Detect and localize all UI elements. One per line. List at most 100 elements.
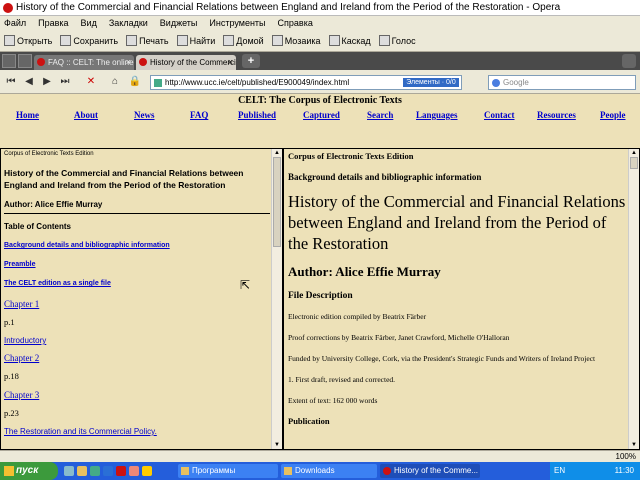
print-button[interactable]: Печать bbox=[126, 35, 169, 46]
divider bbox=[4, 213, 270, 214]
taskbar-downloads[interactable]: Downloads bbox=[281, 464, 377, 478]
close-icon[interactable]: × bbox=[228, 55, 233, 70]
preamble-link[interactable]: Preamble bbox=[4, 261, 270, 268]
nav-languages[interactable]: Languages bbox=[416, 110, 458, 120]
page-number: p.23 bbox=[4, 408, 19, 418]
edition-label: Corpus of Electronic Texts Edition bbox=[4, 151, 94, 157]
closed-tabs-icon[interactable] bbox=[18, 54, 32, 68]
single-file-link[interactable]: The CELT edition as a single file bbox=[4, 280, 270, 287]
nav-contact[interactable]: Contact bbox=[484, 110, 515, 120]
nav-about[interactable]: About bbox=[74, 110, 98, 120]
address-input[interactable]: http://www.ucc.ie/celt/published/E900049… bbox=[150, 75, 462, 90]
forward-icon[interactable]: ▶ bbox=[40, 75, 54, 89]
menu-view[interactable]: Вид bbox=[81, 16, 97, 30]
menu-bar: Файл Правка Вид Закладки Виджеты Инструм… bbox=[0, 16, 640, 30]
stop-icon[interactable]: ✕ bbox=[84, 75, 98, 89]
voice-icon bbox=[378, 35, 390, 46]
nav-home[interactable]: Home bbox=[16, 110, 39, 120]
search-icon bbox=[176, 35, 188, 46]
panel-toggle-icon[interactable] bbox=[2, 54, 16, 68]
nav-published[interactable]: Published bbox=[238, 110, 276, 120]
tab-history[interactable]: History of the Commerci... × bbox=[136, 55, 236, 70]
quick-launch bbox=[64, 466, 155, 476]
new-tab-button[interactable]: + bbox=[242, 54, 260, 68]
nav-faq[interactable]: FAQ bbox=[190, 110, 208, 120]
search-input[interactable]: Google bbox=[488, 75, 636, 90]
find-button[interactable]: Найти bbox=[176, 35, 215, 46]
back-icon[interactable]: ◀ bbox=[22, 75, 36, 89]
toc-scrollbar[interactable]: ▲ ▼ bbox=[271, 149, 282, 449]
doc-author: Author: Alice Effie Murray bbox=[288, 264, 441, 279]
nav-people[interactable]: People bbox=[600, 110, 626, 120]
clock: 11:30 bbox=[614, 466, 634, 475]
toc-heading: Table of Contents bbox=[4, 222, 71, 231]
folder-icon bbox=[284, 467, 292, 475]
windows-flag-icon bbox=[4, 466, 14, 476]
proof-corrections: Proof corrections by Beatrix Färber, Jan… bbox=[288, 333, 510, 342]
quick-launch-icon[interactable] bbox=[129, 466, 139, 476]
mouse-cursor-icon: ⇱ bbox=[240, 278, 251, 292]
page-number: p.18 bbox=[4, 371, 19, 381]
nav-search[interactable]: Search bbox=[367, 110, 393, 120]
trash-icon[interactable] bbox=[622, 54, 636, 68]
printer-icon bbox=[126, 35, 138, 46]
publication-heading: Publication bbox=[288, 416, 330, 426]
quick-launch-icon[interactable] bbox=[103, 466, 113, 476]
introductory-link[interactable]: Introductory bbox=[4, 336, 270, 345]
quick-launch-icon[interactable] bbox=[64, 466, 74, 476]
tab-faq[interactable]: FAQ :: CELT: The online... × bbox=[34, 55, 134, 70]
home-button[interactable]: Домой bbox=[223, 35, 264, 46]
scroll-thumb[interactable] bbox=[273, 157, 281, 247]
restoration-link[interactable]: The Restoration and its Commercial Polic… bbox=[4, 427, 270, 436]
menu-help[interactable]: Справка bbox=[278, 16, 313, 30]
menu-bookmarks[interactable]: Закладки bbox=[109, 16, 148, 30]
toc-author: Author: Alice Effie Murray bbox=[4, 200, 103, 209]
chapter-1-link[interactable]: Chapter 1 bbox=[4, 299, 270, 309]
scroll-up-icon[interactable]: ▲ bbox=[272, 149, 282, 157]
main-toolbar: Открыть Сохранить Печать Найти Домой Моз… bbox=[0, 30, 640, 52]
nav-captured[interactable]: Captured bbox=[303, 110, 340, 120]
save-button[interactable]: Сохранить bbox=[60, 35, 118, 46]
quick-launch-icon[interactable] bbox=[90, 466, 100, 476]
system-tray: EN 11:30 bbox=[550, 462, 640, 480]
language-indicator[interactable]: EN bbox=[554, 462, 565, 480]
home-icon[interactable]: ⌂ bbox=[108, 75, 122, 89]
file-description-heading: File Description bbox=[288, 291, 353, 301]
scroll-down-icon[interactable]: ▼ bbox=[272, 441, 282, 449]
nav-resources[interactable]: Resources bbox=[537, 110, 576, 120]
site-header: CELT: The Corpus of Electronic Texts bbox=[238, 95, 402, 106]
cascade-button[interactable]: Каскад bbox=[328, 35, 371, 46]
scroll-thumb[interactable] bbox=[630, 157, 638, 169]
chapter-2-link[interactable]: Chapter 2 bbox=[4, 353, 270, 363]
menu-widgets[interactable]: Виджеты bbox=[160, 16, 198, 30]
taskbar-opera[interactable]: History of the Comme... bbox=[380, 464, 480, 478]
open-button[interactable]: Открыть bbox=[4, 35, 52, 46]
doc-edition: Corpus of Electronic Texts Edition bbox=[288, 151, 414, 161]
tab-favicon-icon bbox=[37, 58, 45, 66]
document-frame: Corpus of Electronic Texts Edition Backg… bbox=[283, 148, 640, 450]
close-icon[interactable]: × bbox=[126, 55, 131, 70]
funding: Funded by University College, Cork, via … bbox=[288, 354, 596, 363]
quick-launch-icon[interactable] bbox=[116, 466, 126, 476]
address-highlight[interactable]: Элементы · 0/0 bbox=[403, 78, 459, 87]
menu-file[interactable]: Файл bbox=[4, 16, 26, 30]
menu-tools[interactable]: Инструменты bbox=[209, 16, 265, 30]
fast-forward-icon[interactable]: ⏭ bbox=[58, 75, 72, 89]
rewind-icon[interactable]: ⏮ bbox=[4, 75, 18, 89]
scroll-up-icon[interactable]: ▲ bbox=[629, 149, 639, 157]
chapter-3-link[interactable]: Chapter 3 bbox=[4, 390, 270, 400]
quick-launch-icon[interactable] bbox=[77, 466, 87, 476]
window-title: History of the Commercial and Financial … bbox=[16, 2, 561, 13]
menu-edit[interactable]: Правка bbox=[38, 16, 68, 30]
tile-button[interactable]: Мозаика bbox=[271, 35, 321, 46]
voice-button[interactable]: Голос bbox=[378, 35, 416, 46]
scroll-down-icon[interactable]: ▼ bbox=[629, 441, 639, 449]
start-button[interactable]: пуск bbox=[0, 462, 58, 480]
quick-launch-icon[interactable] bbox=[142, 466, 152, 476]
background-link[interactable]: Background details and bibliographic inf… bbox=[4, 242, 270, 249]
document-scrollbar[interactable]: ▲ ▼ bbox=[628, 149, 639, 449]
taskbar-programs[interactable]: Программы bbox=[178, 464, 278, 478]
zoom-level[interactable]: 100% bbox=[616, 451, 636, 462]
draft-note: 1. First draft, revised and corrected. bbox=[288, 375, 396, 384]
nav-news[interactable]: News bbox=[134, 110, 155, 120]
